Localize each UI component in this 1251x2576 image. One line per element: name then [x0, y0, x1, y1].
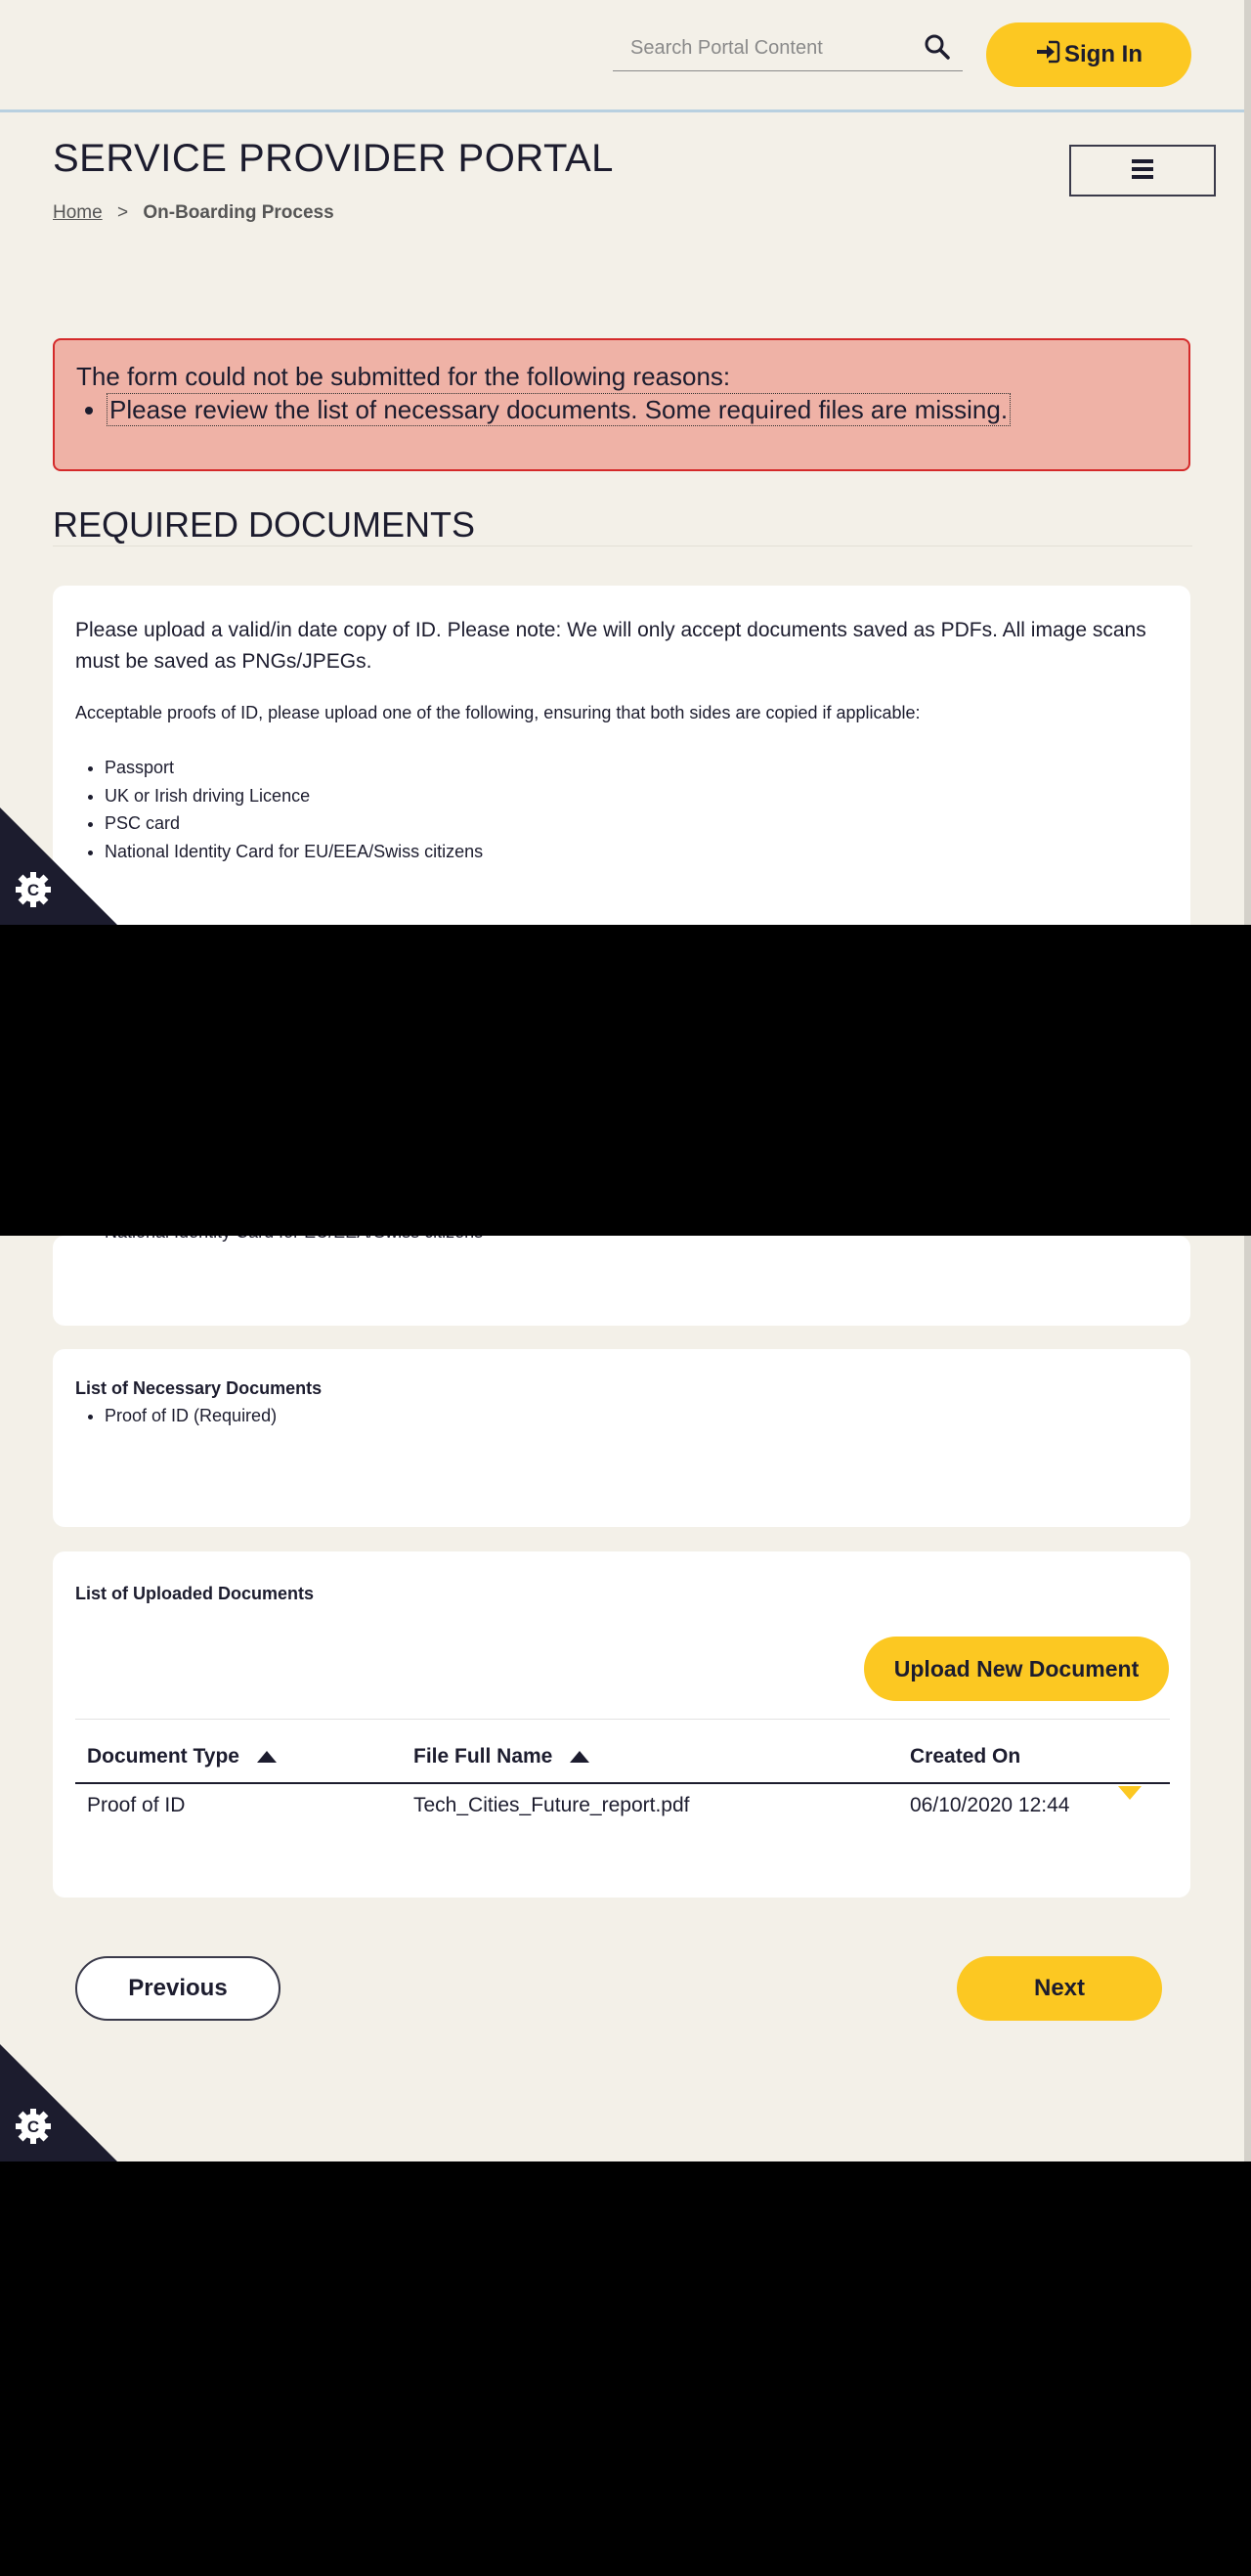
breadcrumb-home-link[interactable]: Home	[53, 202, 103, 223]
id-requirements-card-continued: National Identity Card for EU/EEA/Swiss …	[53, 1236, 1190, 1326]
breadcrumb: Home > On-Boarding Process	[53, 202, 334, 224]
list-item: UK or Irish driving Licence	[105, 782, 483, 810]
table-row[interactable]: Proof of ID Tech_Cities_Future_report.pd…	[75, 1783, 1170, 1827]
error-alert-list: Please review the list of necessary docu…	[78, 393, 1012, 426]
svg-text:C: C	[27, 881, 39, 899]
id-acceptable-text: Acceptable proofs of ID, please upload o…	[75, 703, 921, 722]
list-item: PSC card	[105, 809, 483, 838]
id-types-list: Passport UK or Irish driving Licence PSC…	[75, 754, 483, 865]
chevron-down-icon[interactable]	[1118, 1786, 1142, 1800]
sign-in-button[interactable]: Sign In	[986, 22, 1191, 87]
breadcrumb-current: On-Boarding Process	[143, 202, 334, 223]
search-icon[interactable]	[924, 33, 951, 61]
column-header-file-full-name[interactable]: File Full Name	[402, 1731, 898, 1784]
sort-ascending-icon[interactable]	[256, 1745, 277, 1768]
upload-new-document-button[interactable]: Upload New Document	[864, 1637, 1169, 1701]
header-divider	[0, 109, 1244, 112]
error-alert-heading: The form could not be submitted for the …	[76, 362, 731, 391]
error-alert: The form could not be submitted for the …	[53, 338, 1190, 471]
svg-text:C: C	[27, 2118, 39, 2136]
list-item: National Identity Card for EU/EEA/Swiss …	[105, 838, 483, 866]
scrollbar[interactable]	[1244, 0, 1251, 925]
next-button[interactable]: Next	[957, 1956, 1162, 2021]
error-alert-item-text[interactable]: Please review the list of necessary docu…	[106, 393, 1012, 426]
top-viewport: Sign In SERVICE PROVIDER PORTAL Home > O…	[0, 0, 1251, 925]
list-item: Passport	[105, 754, 483, 782]
table-divider	[75, 1719, 1170, 1720]
sort-ascending-icon[interactable]	[570, 1745, 590, 1768]
id-requirements-card: Please upload a valid/in date copy of ID…	[53, 586, 1190, 925]
sign-in-icon	[1035, 40, 1064, 70]
id-types-list: National Identity Card for EU/EEA/Swiss …	[75, 1236, 483, 1243]
necessary-documents-list: Proof of ID (Required)	[75, 1406, 277, 1426]
search-box	[613, 25, 963, 71]
uploaded-documents-table: Document Type File Full Name Created On …	[75, 1731, 1170, 1827]
hamburger-menu-icon	[1130, 157, 1155, 184]
id-intro-text: Please upload a valid/in date copy of ID…	[75, 619, 1146, 673]
scrollbar[interactable]	[1244, 1236, 1251, 2161]
cookie-settings-button[interactable]: C	[0, 808, 117, 925]
necessary-documents-card: List of Necessary Documents Proof of ID …	[53, 1349, 1190, 1527]
search-input[interactable]	[628, 33, 906, 63]
column-header-label: Document Type	[87, 1744, 239, 1768]
cell-file-name: Tech_Cities_Future_report.pdf	[413, 1794, 690, 1816]
cell-document-type: Proof of ID	[87, 1794, 186, 1816]
column-header-label: Created On	[910, 1745, 1021, 1768]
list-item: National Identity Card for EU/EEA/Swiss …	[105, 1236, 483, 1243]
uploaded-documents-card: List of Uploaded Documents Upload New Do…	[53, 1551, 1190, 1898]
necessary-documents-title: List of Necessary Documents	[75, 1378, 323, 1398]
bottom-viewport: National Identity Card for EU/EEA/Swiss …	[0, 1236, 1251, 2161]
cookie-settings-gear-icon: C	[14, 2107, 53, 2151]
column-header-label: File Full Name	[413, 1744, 553, 1768]
page-title: SERVICE PROVIDER PORTAL	[53, 137, 614, 180]
sign-in-label: Sign In	[1064, 41, 1143, 67]
section-title: REQUIRED DOCUMENTS	[53, 504, 476, 545]
cookie-settings-gear-icon: C	[14, 870, 53, 914]
table-header-row: Document Type File Full Name Created On	[75, 1731, 1170, 1784]
uploaded-documents-title: List of Uploaded Documents	[75, 1584, 315, 1603]
cookie-settings-button[interactable]: C	[0, 2044, 117, 2161]
previous-button[interactable]: Previous	[75, 1956, 280, 2021]
list-item: Proof of ID (Required)	[105, 1406, 277, 1426]
breadcrumb-separator: >	[116, 202, 129, 223]
column-header-created-on[interactable]: Created On	[898, 1731, 1170, 1784]
error-alert-item: Please review the list of necessary docu…	[106, 393, 1012, 426]
column-header-document-type[interactable]: Document Type	[75, 1731, 402, 1784]
menu-button[interactable]	[1069, 145, 1216, 196]
